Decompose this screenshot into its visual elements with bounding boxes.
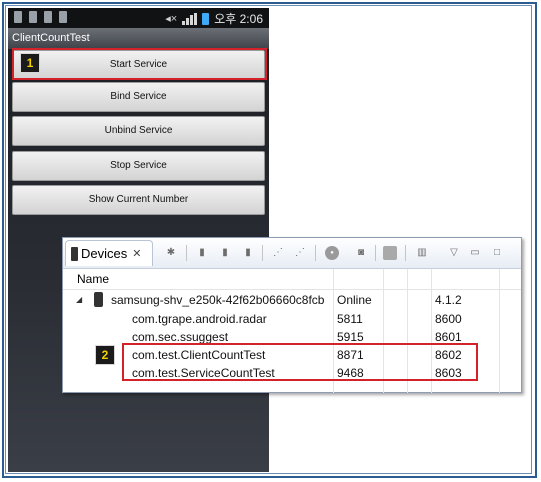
- test-processes-highlight: [122, 343, 478, 381]
- process-port: 8600: [435, 312, 462, 326]
- device-state: Online: [337, 293, 372, 307]
- screen-capture-icon[interactable]: ◙: [354, 246, 368, 260]
- systrace-icon[interactable]: [383, 246, 397, 260]
- process-name: com.tgrape.android.radar: [132, 312, 267, 326]
- cause-gc-icon[interactable]: ▮: [241, 246, 255, 260]
- devices-toolbar: Devices ✕ ✱ ▮ ▮ ▮ ⋰ ⋰ ● ◙ ▥ ▽ ▭ □: [63, 238, 521, 269]
- device-version: 4.1.2: [435, 293, 462, 307]
- process-pid: 5915: [337, 330, 364, 344]
- battery-icon: [202, 12, 210, 25]
- mute-icon: ◂×: [165, 13, 178, 25]
- minimize-icon[interactable]: ▭: [468, 246, 482, 260]
- toolbar-separator: [405, 245, 406, 261]
- signal-icon: [182, 12, 198, 25]
- device-row[interactable]: ◢ samsung-shv_e250k-42f62b06660c8fcb Onl…: [63, 291, 521, 309]
- update-threads-icon[interactable]: ⋰: [271, 246, 285, 260]
- clock: 오후 2:06: [214, 12, 263, 26]
- debug-icon[interactable]: ✱: [164, 246, 178, 260]
- process-pid: 5811: [337, 312, 363, 326]
- notification-icon: [59, 11, 67, 23]
- method-profiling-icon[interactable]: ⋰: [293, 246, 307, 260]
- process-row[interactable]: com.tgrape.android.radar 5811 8600: [63, 310, 521, 328]
- device-phone-icon: [94, 292, 103, 307]
- bind-service-button[interactable]: Bind Service: [12, 82, 265, 112]
- show-current-number-button[interactable]: Show Current Number: [12, 185, 265, 215]
- app-title: ClientCountTest: [8, 28, 269, 49]
- tab-devices-label: Devices: [81, 246, 128, 261]
- notification-icon: [44, 11, 52, 23]
- notification-icon: [29, 11, 37, 23]
- notification-icons: [14, 11, 67, 23]
- devices-table-header: Name: [63, 269, 521, 290]
- device-name: samsung-shv_e250k-42f62b06660c8fcb: [111, 293, 325, 307]
- status-right: ◂× 오후 2:06: [165, 10, 263, 27]
- stop-service-button[interactable]: Stop Service: [12, 151, 265, 181]
- callout-badge-2: 2: [95, 345, 115, 365]
- unbind-service-button[interactable]: Unbind Service: [12, 116, 265, 146]
- toolbar-separator: [315, 245, 316, 261]
- toolbar-separator: [186, 245, 187, 261]
- stop-process-icon[interactable]: ●: [325, 246, 339, 260]
- toolbar-separator: [262, 245, 263, 261]
- view-menu-icon[interactable]: ▽: [447, 246, 461, 260]
- tab-devices[interactable]: Devices ✕: [65, 240, 153, 266]
- process-name: com.sec.ssuggest: [132, 330, 229, 344]
- maximize-icon[interactable]: □: [490, 246, 504, 260]
- column-name-header: Name: [77, 272, 110, 286]
- phone-icon: [71, 246, 78, 261]
- close-icon[interactable]: ✕: [132, 247, 141, 260]
- process-port: 8601: [435, 330, 462, 344]
- status-bar: ◂× 오후 2:06: [8, 8, 269, 28]
- callout-badge-1: 1: [20, 53, 40, 73]
- dump-hprof-icon[interactable]: ▮: [218, 246, 232, 260]
- toolbar-separator: [375, 245, 376, 261]
- notification-icon: [14, 11, 22, 23]
- expand-triangle-icon[interactable]: ◢: [76, 295, 82, 304]
- opengl-trace-icon[interactable]: ▥: [415, 246, 429, 260]
- update-heap-icon[interactable]: ▮: [195, 246, 209, 260]
- start-service-highlight: [12, 48, 267, 80]
